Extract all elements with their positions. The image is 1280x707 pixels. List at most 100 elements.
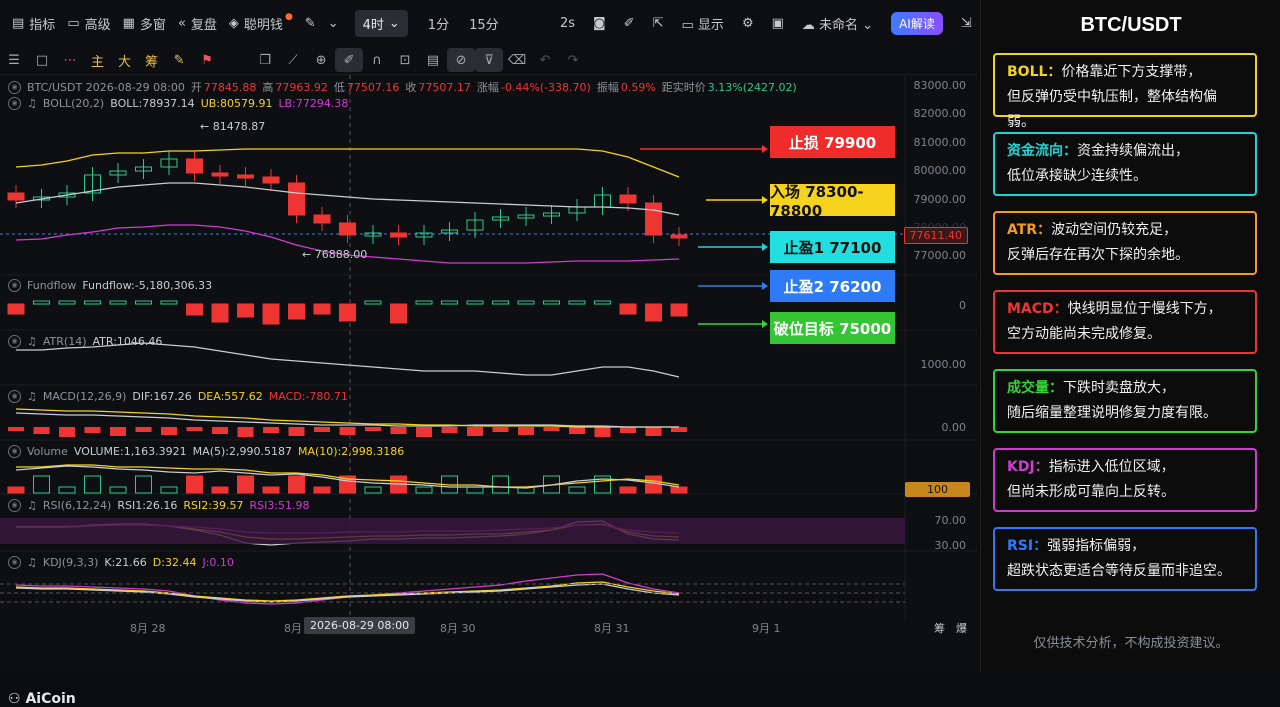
tp1-arrow-head bbox=[762, 243, 768, 251]
trash-icon[interactable]: ⌫ bbox=[503, 48, 531, 72]
bell-icon[interactable]: ♫ bbox=[27, 556, 37, 569]
volume-bar bbox=[568, 486, 586, 494]
candle-body bbox=[237, 174, 254, 179]
ohlc-legend: ◉ BTC/USDT 2026-08-29 08:00 开 77845.88 高7… bbox=[8, 79, 797, 95]
fundflow-bar bbox=[7, 303, 25, 315]
export-icon[interactable]: ⇲ bbox=[961, 16, 972, 31]
fundflow-bar bbox=[33, 300, 50, 305]
draw-tools-button[interactable]: ✎ bbox=[305, 16, 316, 31]
bell-icon[interactable]: ♫ bbox=[27, 390, 37, 403]
camera-icon[interactable]: ◙ bbox=[593, 16, 606, 31]
chips-corner-button[interactable]: 筹 bbox=[934, 620, 945, 636]
eye-icon[interactable]: ◉ bbox=[8, 335, 21, 348]
fundflow-axis-label: 0 bbox=[959, 299, 966, 312]
advanced-button[interactable]: ▭ 高级 bbox=[67, 14, 110, 33]
square-icon[interactable]: □ bbox=[28, 48, 56, 72]
fundflow-legend: ◉ Fundflow Fundflow:-5,180,306.33 bbox=[8, 279, 212, 292]
undo-icon[interactable]: ↶ bbox=[531, 48, 559, 72]
card-key: RSI： bbox=[1007, 538, 1048, 554]
volume-bar bbox=[135, 475, 152, 494]
template-select[interactable]: ☁ 未命名 ⌄ bbox=[802, 14, 873, 33]
eye-icon[interactable]: ◉ bbox=[8, 80, 21, 94]
fundflow-bar bbox=[364, 300, 382, 305]
analysis-card: KDJ：指标进入低位区域， 但尚未形成可靠向上反转。 bbox=[993, 448, 1257, 512]
tp2-arrow-head bbox=[762, 282, 768, 290]
volume-bar bbox=[415, 486, 433, 494]
macd-bar bbox=[288, 427, 305, 436]
macd-bar bbox=[263, 427, 279, 433]
bell-icon[interactable]: ♫ bbox=[27, 335, 37, 348]
eye-icon[interactable]: ◉ bbox=[8, 97, 21, 110]
pencil-icon: ✎ bbox=[304, 15, 316, 31]
eye-icon[interactable]: ◉ bbox=[8, 499, 21, 512]
refresh-rate[interactable]: 2s bbox=[560, 16, 575, 31]
candle-body bbox=[186, 158, 203, 174]
candle-body bbox=[390, 232, 407, 238]
macd-bar bbox=[237, 427, 254, 437]
macd-bar bbox=[467, 427, 483, 436]
volume-bar bbox=[109, 486, 127, 494]
fundflow-bar bbox=[135, 300, 152, 305]
multi-window-button[interactable]: ▦ 多窗 bbox=[123, 14, 166, 33]
macd-bar bbox=[59, 427, 75, 437]
link-icon[interactable]: ⊘ bbox=[447, 48, 476, 72]
analysis-card: ATR：波动空间仍较充足， 反弹后存在再次下探的余地。 bbox=[993, 211, 1257, 275]
brush-icon[interactable]: ✐ bbox=[335, 48, 364, 72]
redo-icon[interactable]: ↷ bbox=[559, 48, 587, 72]
macd-axis-label: 0.00 bbox=[941, 421, 967, 434]
card-line-2: 超跌状态更适合等待反量而非追空。 bbox=[1007, 563, 1231, 579]
edit-icon[interactable]: ✎ bbox=[165, 48, 193, 72]
timeframe-4h-select[interactable]: 4时 ⌄ bbox=[354, 9, 408, 37]
edit-icon[interactable]: ✐ bbox=[624, 16, 635, 31]
note-icon[interactable]: ▤ bbox=[419, 48, 447, 72]
card-line-2: 但尚未形成可靠向上反转。 bbox=[1007, 484, 1175, 500]
break-arrow-head bbox=[762, 320, 768, 328]
main-chart-toggle[interactable]: 主 bbox=[91, 51, 104, 70]
chips-toggle[interactable]: 筹 bbox=[145, 51, 158, 70]
large-order-toggle[interactable]: 大 bbox=[118, 51, 131, 70]
macd-bar bbox=[518, 427, 534, 435]
smart-money-button[interactable]: ◈ 聪明钱 ● bbox=[229, 12, 293, 33]
eye-icon[interactable]: ◉ bbox=[8, 445, 21, 458]
flag-icon[interactable]: ⚑ bbox=[193, 48, 221, 72]
chart-area[interactable]: ◉ BTC/USDT 2026-08-29 08:00 开 77845.88 高7… bbox=[0, 75, 978, 707]
copy-icon[interactable]: ❐ bbox=[251, 48, 279, 72]
card-line-1: ATR：波动空间仍较充足， bbox=[1007, 218, 1243, 243]
atr-axis-label: 1000.00 bbox=[920, 358, 967, 371]
zoom-icon[interactable]: ⊕ bbox=[307, 48, 335, 72]
menu-icon[interactable]: ☰ bbox=[0, 48, 28, 72]
eye-icon[interactable]: ◉ bbox=[8, 279, 21, 292]
filter-icon[interactable]: ⊽ bbox=[475, 48, 504, 72]
replay-button[interactable]: «复盘 bbox=[178, 14, 217, 33]
display-button[interactable]: ▭ 显示 bbox=[681, 14, 723, 33]
fundflow-bar bbox=[390, 303, 407, 324]
fundflow-bar bbox=[211, 303, 229, 323]
price-axis-label: 81000.00 bbox=[913, 136, 967, 149]
fundflow-bar bbox=[441, 300, 458, 305]
indicators-button[interactable]: ▤ 指标 bbox=[12, 14, 55, 33]
card-line-2: 但反弹仍受中轨压制，整体结构偏弱。 bbox=[1007, 89, 1217, 130]
chevron-down-icon[interactable]: ⌄ bbox=[328, 16, 339, 31]
eye-icon[interactable]: ◉ bbox=[8, 390, 21, 403]
ruler-icon[interactable]: ⟋ bbox=[279, 48, 307, 72]
dotted-line-icon[interactable]: ⋯ bbox=[56, 48, 84, 72]
settings-gear-icon[interactable]: ⚙ bbox=[742, 16, 754, 31]
share-icon[interactable]: ⇱ bbox=[653, 16, 664, 31]
macd-bar bbox=[161, 427, 177, 435]
bell-icon[interactable]: ♫ bbox=[27, 499, 37, 512]
magnet-icon[interactable]: ∩ bbox=[363, 48, 391, 72]
timeframe-15m-tab[interactable]: 15分 bbox=[469, 14, 499, 33]
timeframe-1m-tab[interactable]: 1分 bbox=[428, 14, 449, 33]
card-text: 快线明显位于慢线下方， bbox=[1067, 301, 1222, 317]
bell-icon[interactable]: ♫ bbox=[27, 97, 37, 110]
current-price-tag: 77611.40 bbox=[903, 227, 968, 244]
eye-icon[interactable]: ◉ bbox=[8, 556, 21, 569]
macd-bar bbox=[390, 427, 407, 434]
ai-read-button[interactable]: AI解读 bbox=[891, 11, 943, 35]
liquidation-corner-button[interactable]: 爆 bbox=[956, 620, 967, 636]
price-axis-label: 83000.00 bbox=[913, 79, 967, 92]
layout-icon[interactable]: ▣ bbox=[772, 16, 784, 31]
stop-loss-arrow-head bbox=[762, 145, 768, 153]
lock-icon[interactable]: ⊡ bbox=[391, 48, 419, 72]
chart-canvas[interactable] bbox=[0, 75, 978, 672]
